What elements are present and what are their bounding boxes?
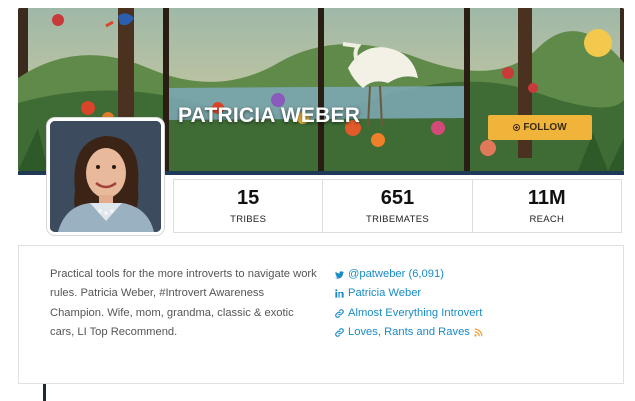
link-icon [335, 308, 344, 318]
stat-reach[interactable]: 11M REACH [473, 180, 621, 232]
website-link-text: Loves, Rants and Raves [348, 325, 470, 338]
stat-value: 11M [527, 187, 566, 209]
stat-tribes[interactable]: 15 TRIBES [174, 180, 324, 232]
bio-text: Practical tools for the more introverts … [50, 268, 317, 338]
stats-bar: 15 TRIBES 651 TRIBEMATES 11M REACH [173, 179, 622, 233]
twitter-link-text: @patweber (6,091) [348, 268, 444, 280]
stat-label: TRIBEMATES [365, 214, 429, 225]
website-link-loves[interactable]: Loves, Rants and Raves [335, 323, 483, 342]
profile-name: PATRICIA WEBER [178, 104, 361, 127]
stat-label: REACH [529, 214, 565, 225]
website-link-text: Almost Everything Introvert [348, 306, 483, 319]
link-icon [335, 328, 344, 337]
stat-value: 651 [380, 187, 415, 209]
stat-value: 15 [237, 187, 260, 209]
plus-circle-icon [513, 124, 521, 131]
twitter-icon [335, 270, 344, 279]
about-card: Practical tools for the more introverts … [18, 245, 624, 384]
rss-icon [474, 328, 483, 337]
social-links: @patweber (6,091) Patricia Weber Almost … [335, 265, 483, 342]
website-link-introvert[interactable]: Almost Everything Introvert [335, 304, 483, 323]
divider [43, 384, 46, 401]
linkedin-link[interactable]: Patricia Weber [335, 284, 483, 303]
stat-label: TRIBES [230, 214, 267, 225]
stat-tribemates[interactable]: 651 TRIBEMATES [323, 180, 473, 232]
avatar[interactable] [47, 118, 164, 235]
linkedin-icon [335, 289, 344, 299]
twitter-link[interactable]: @patweber (6,091) [335, 265, 483, 284]
follow-button[interactable]: FOLLOW [488, 115, 592, 140]
follow-button-label: FOLLOW [523, 122, 567, 133]
linkedin-link-text: Patricia Weber [348, 287, 422, 300]
